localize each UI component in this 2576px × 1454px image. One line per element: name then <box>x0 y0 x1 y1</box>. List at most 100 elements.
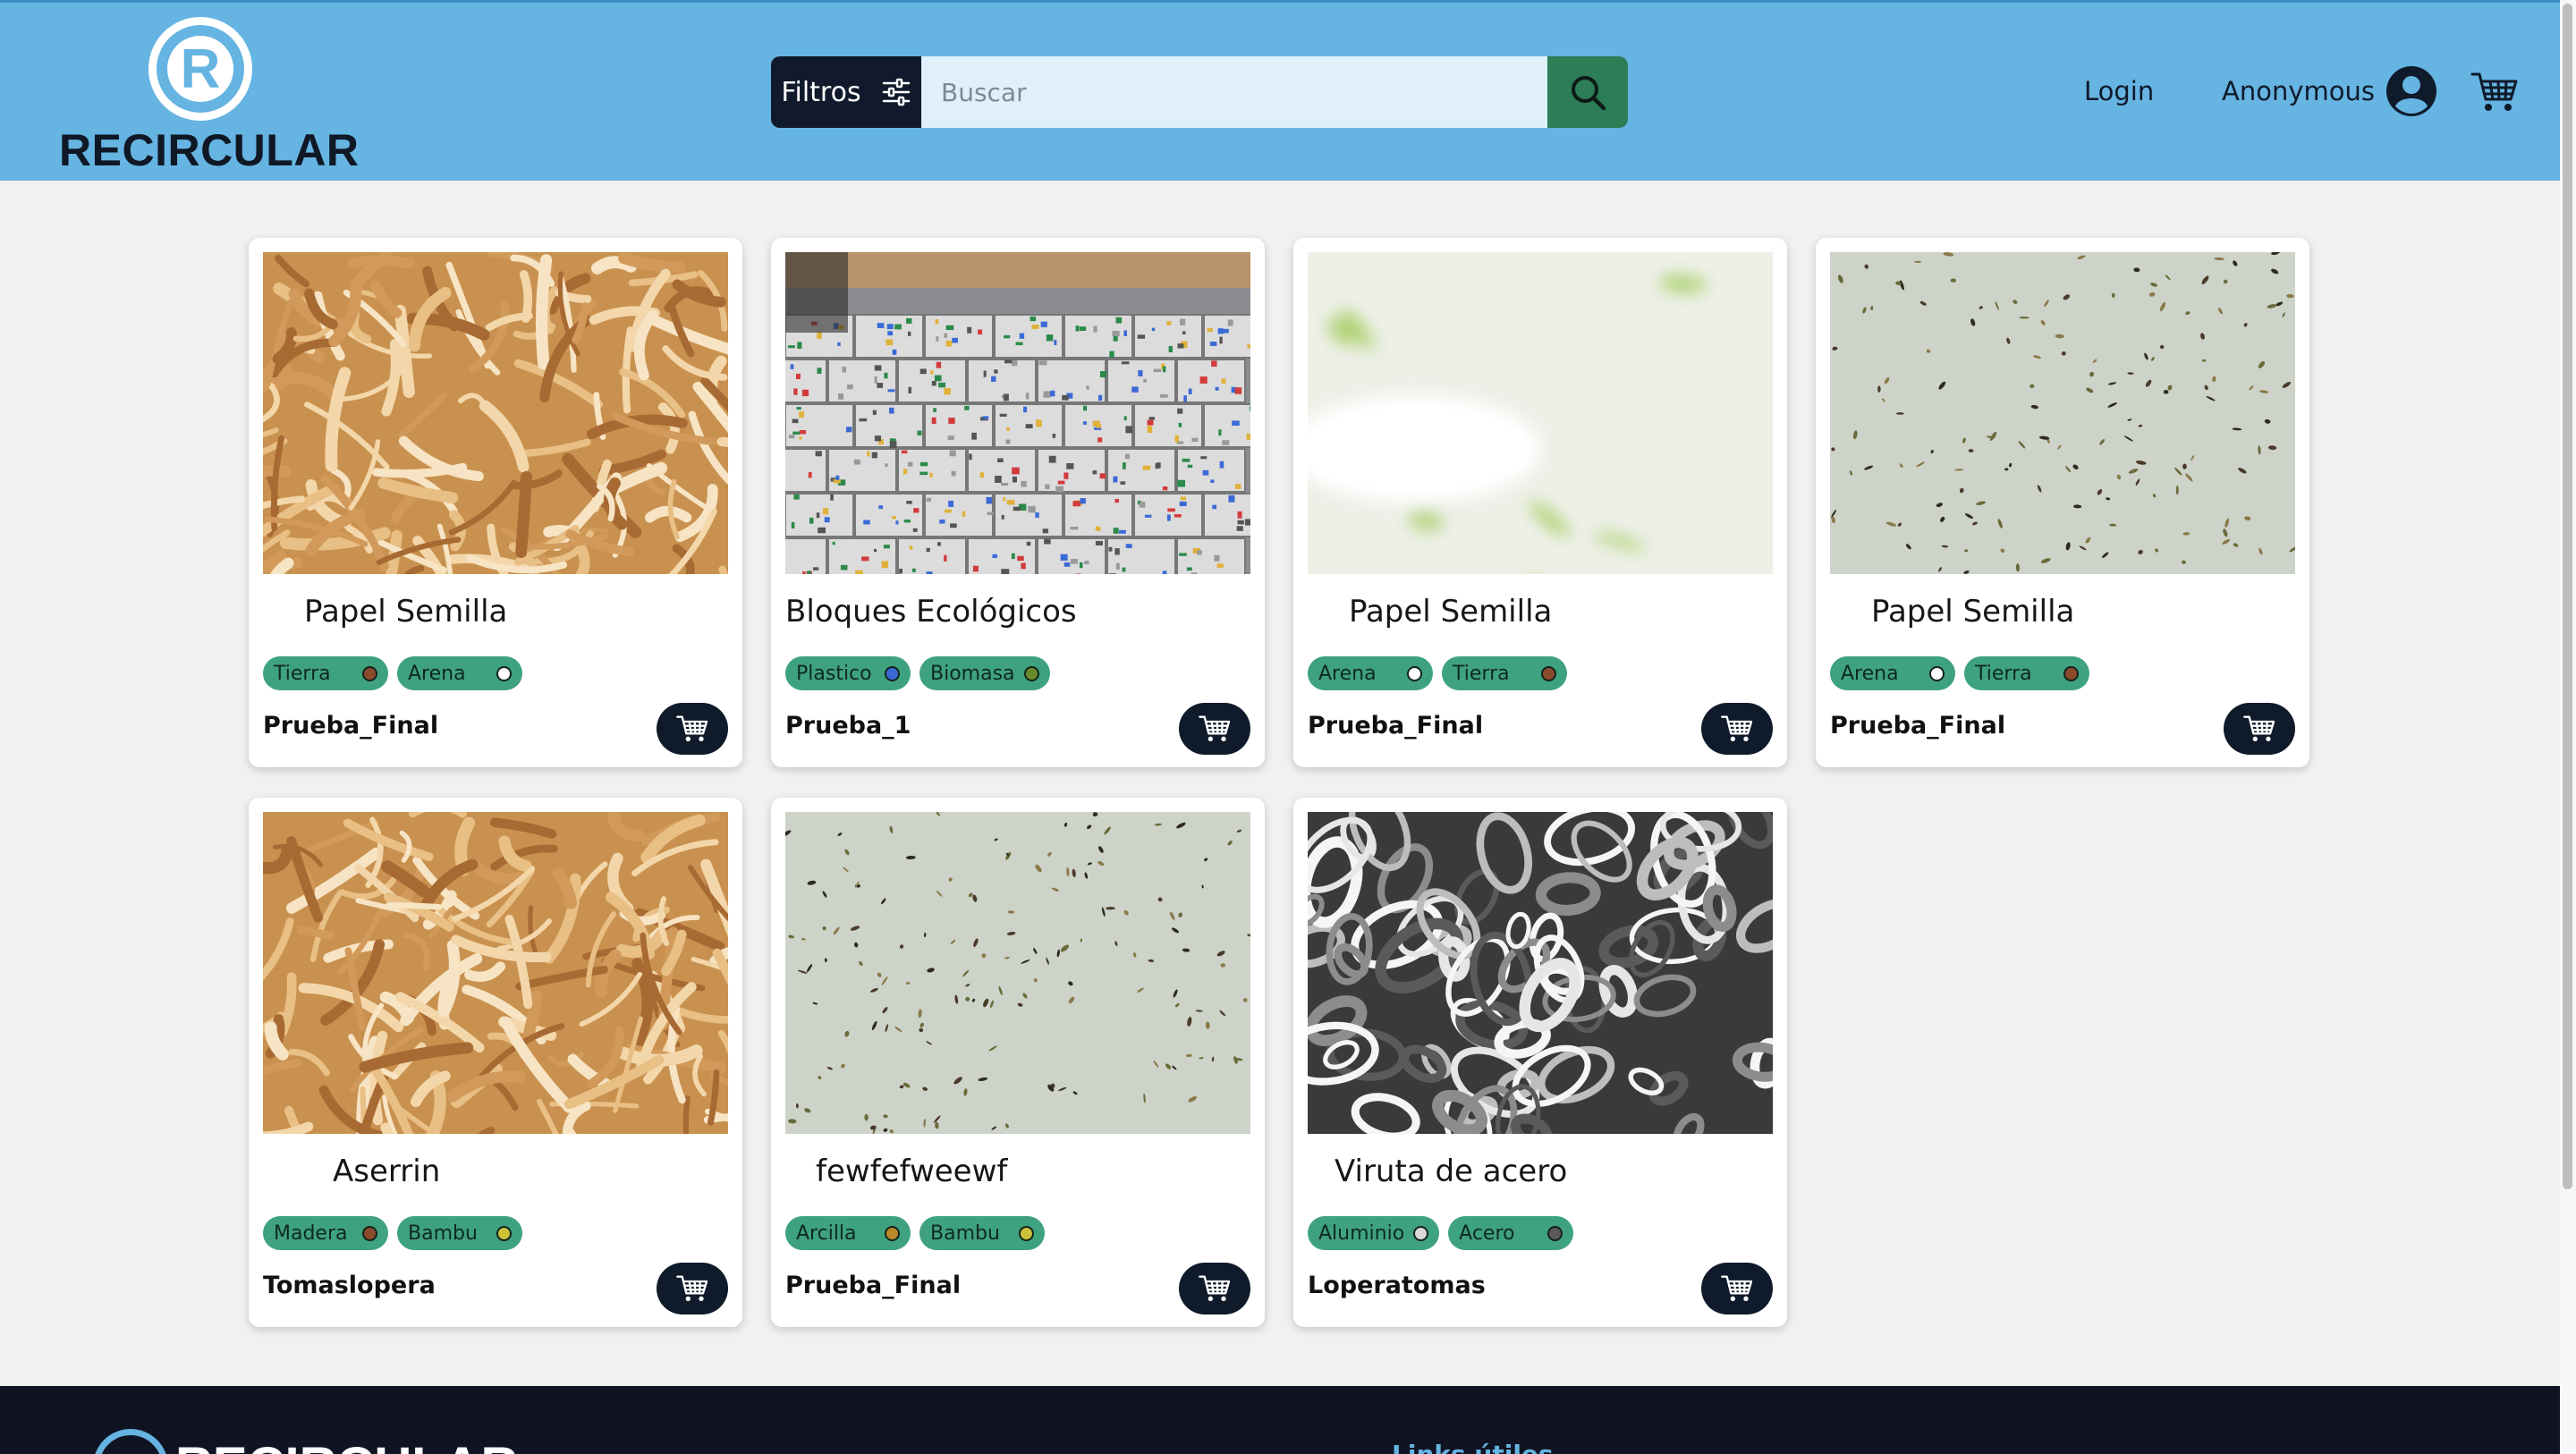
search-bar: Filtros <box>771 56 1628 128</box>
material-tag[interactable]: Plastico <box>785 656 911 690</box>
product-image[interactable] <box>263 812 728 1134</box>
product-title[interactable]: Aserrin <box>333 1154 440 1189</box>
add-to-cart-icon <box>1721 715 1753 741</box>
product-title[interactable]: Bloques Ecológicos <box>785 594 1077 630</box>
material-color-dot-icon <box>1023 665 1039 681</box>
product-card[interactable]: Papel Semilla Tierra Arena Prueba_Final <box>249 238 742 767</box>
login-link[interactable]: Login <box>2084 76 2154 106</box>
add-to-cart-button[interactable] <box>1179 703 1250 755</box>
material-tags: Tierra Arena <box>263 656 522 690</box>
search-button[interactable] <box>1547 56 1628 128</box>
add-to-cart-button[interactable] <box>1179 1263 1250 1315</box>
material-tag[interactable]: Biomasa <box>919 656 1050 690</box>
footer-useful-links-heading: Links útiles <box>1392 1440 1554 1454</box>
material-tag[interactable]: Madera <box>263 1216 388 1250</box>
filters-label: Filtros <box>781 76 861 108</box>
product-image[interactable] <box>785 252 1250 574</box>
logo-mark-icon: R <box>148 17 252 121</box>
material-tag-label: Tierra <box>274 662 331 685</box>
seller-name[interactable]: Prueba_Final <box>1308 712 1483 740</box>
add-to-cart-button[interactable] <box>657 1263 728 1315</box>
user-menu[interactable]: Anonymous <box>2222 65 2437 117</box>
add-to-cart-icon <box>676 715 708 741</box>
material-tag[interactable]: Arena <box>1830 656 1955 690</box>
material-tag[interactable]: Tierra <box>1442 656 1567 690</box>
product-card[interactable]: fewfefweewf Arcilla Bambu Prueba_Final <box>771 798 1265 1327</box>
material-color-dot-icon <box>2063 665 2079 681</box>
material-tag[interactable]: Arena <box>1308 656 1433 690</box>
seller-name[interactable]: Prueba_Final <box>785 1272 961 1299</box>
product-image[interactable] <box>1308 812 1773 1134</box>
material-color-dot-icon <box>1547 1225 1563 1241</box>
seller-name[interactable]: Prueba_Final <box>1830 712 2005 740</box>
top-header: R RECIRCULAR Filtros Login Anonymous <box>0 0 2560 181</box>
material-tag-label: Arena <box>408 662 466 685</box>
material-color-dot-icon <box>1929 665 1945 681</box>
seller-name[interactable]: Loperatomas <box>1308 1272 1486 1299</box>
product-card[interactable]: Papel Semilla Arena Tierra Prueba_Final <box>1816 238 2309 767</box>
material-tag[interactable]: Arena <box>397 656 522 690</box>
material-tag[interactable]: Arcilla <box>785 1216 911 1250</box>
material-color-dot-icon <box>496 665 512 681</box>
add-to-cart-button[interactable] <box>2224 703 2295 755</box>
product-card[interactable]: Aserrin Madera Bambu Tomaslopera <box>249 798 742 1327</box>
material-tag-label: Bambu <box>930 1222 1000 1245</box>
add-to-cart-icon <box>1199 715 1231 741</box>
material-tags: Aluminio Acero <box>1308 1216 1574 1250</box>
search-icon <box>1572 76 1606 111</box>
product-card[interactable]: Bloques Ecológicos Plastico Biomasa Prueba_… <box>771 238 1265 767</box>
material-tag-label: Aluminio <box>1318 1222 1405 1245</box>
material-color-dot-icon <box>362 665 377 681</box>
material-tag[interactable]: Bambu <box>919 1216 1045 1250</box>
add-to-cart-button[interactable] <box>1701 1263 1773 1315</box>
material-tag[interactable]: Aluminio <box>1308 1216 1440 1250</box>
add-to-cart-icon <box>1721 1275 1753 1301</box>
product-card[interactable]: Viruta de acero Aluminio Acero Loperatomas <box>1293 798 1787 1327</box>
material-tag[interactable]: Tierra <box>1964 656 2089 690</box>
material-tags: Arena Tierra <box>1830 656 2089 690</box>
footer-logo-text: RECIRCULAR <box>175 1436 518 1454</box>
product-title[interactable]: Papel Semilla <box>1349 594 1552 630</box>
cart-icon[interactable] <box>2470 71 2519 114</box>
logo-mark-letter: R <box>180 38 221 100</box>
material-tag[interactable]: Bambu <box>397 1216 522 1250</box>
material-color-dot-icon <box>1541 665 1556 681</box>
product-card[interactable]: Papel Semilla Arena Tierra Prueba_Final <box>1293 238 1787 767</box>
user-name: Anonymous <box>2222 76 2375 106</box>
filters-button[interactable]: Filtros <box>771 56 921 128</box>
footer-logo-mark-icon <box>93 1429 168 1454</box>
add-to-cart-button[interactable] <box>657 703 728 755</box>
product-title[interactable]: Viruta de acero <box>1335 1154 1567 1189</box>
page-scrollbar-thumb[interactable] <box>2563 4 2572 1189</box>
sliders-icon <box>882 78 910 106</box>
material-tag-label: Acero <box>1459 1222 1515 1245</box>
search-input[interactable] <box>921 56 1547 128</box>
material-tag-label: Tierra <box>1975 662 2032 685</box>
product-image[interactable] <box>1308 252 1773 574</box>
product-title[interactable]: Papel Semilla <box>1871 594 2074 630</box>
product-image[interactable] <box>785 812 1250 1134</box>
material-tag-label: Madera <box>274 1222 348 1245</box>
product-image[interactable] <box>263 252 728 574</box>
material-tag-label: Arena <box>1841 662 1899 685</box>
material-tags: Madera Bambu <box>263 1216 522 1250</box>
seller-name[interactable]: Prueba_Final <box>263 712 438 740</box>
material-tags: Arena Tierra <box>1308 656 1567 690</box>
product-title[interactable]: Papel Semilla <box>304 594 507 630</box>
product-title[interactable]: fewfefweewf <box>816 1154 1007 1189</box>
add-to-cart-button[interactable] <box>1701 703 1773 755</box>
logo-text: RECIRCULAR <box>59 125 360 175</box>
material-color-dot-icon <box>362 1225 377 1241</box>
material-tags: Arcilla Bambu <box>785 1216 1045 1250</box>
material-tag[interactable]: Acero <box>1448 1216 1574 1250</box>
material-color-dot-icon <box>496 1225 512 1241</box>
seller-name[interactable]: Prueba_1 <box>785 712 911 740</box>
brand-logo[interactable]: R RECIRCULAR <box>59 17 359 175</box>
material-tag-label: Biomasa <box>930 662 1015 685</box>
add-to-cart-icon <box>1199 1275 1231 1301</box>
seller-name[interactable]: Tomaslopera <box>263 1272 436 1299</box>
material-color-dot-icon <box>1407 665 1422 681</box>
material-tag[interactable]: Tierra <box>263 656 388 690</box>
user-circle-icon <box>2385 66 2436 116</box>
product-image[interactable] <box>1830 252 2295 574</box>
